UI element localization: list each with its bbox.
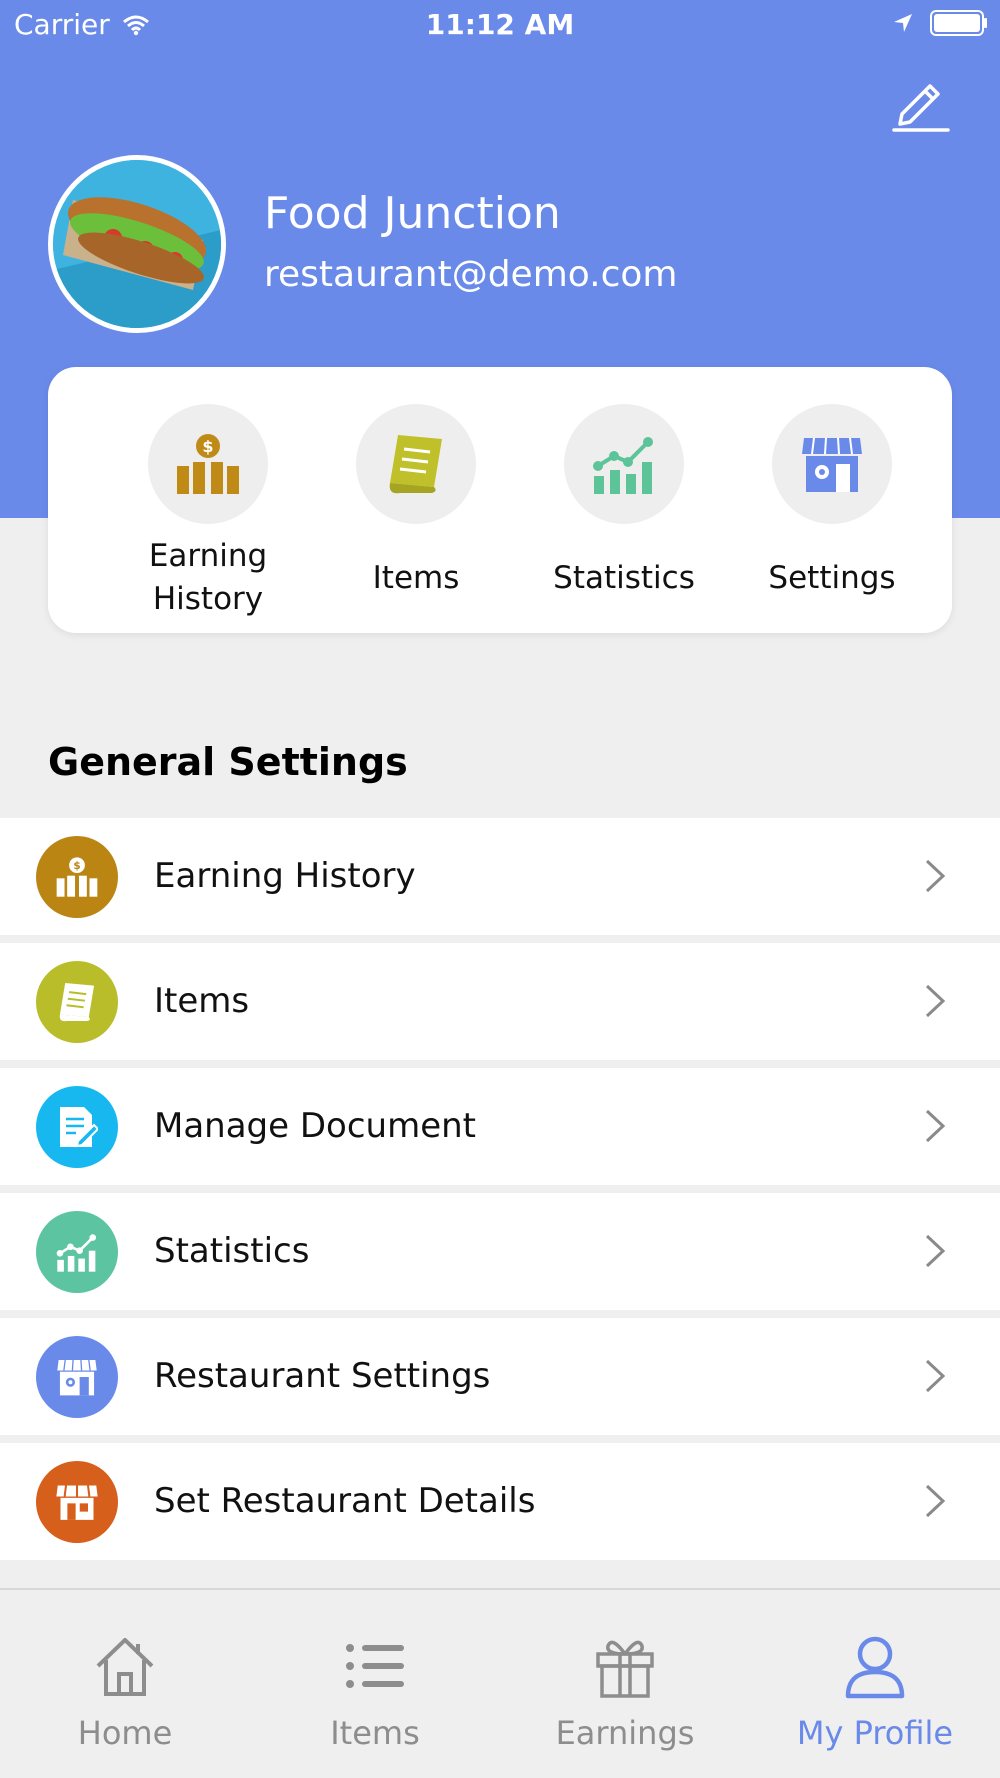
quick-action-settings[interactable]: Settings xyxy=(728,367,936,633)
general-settings-title: General Settings xyxy=(48,740,408,784)
list-item-label: Statistics xyxy=(154,1231,310,1271)
receipt-icon xyxy=(389,435,442,494)
chevron-right-icon xyxy=(925,984,946,1018)
list-item-label: Set Restaurant Details xyxy=(154,1481,536,1521)
list-item-statistics[interactable]: Statistics xyxy=(0,1193,1000,1310)
gift-icon xyxy=(596,1640,654,1698)
quick-action-earning-history[interactable]: $ Earning History xyxy=(104,367,312,633)
chevron-right-icon xyxy=(925,1484,946,1518)
list-item-label: Earning History xyxy=(154,856,416,896)
store-icon xyxy=(56,1485,98,1520)
tab-label: My Profile xyxy=(796,1714,954,1752)
quick-action-label: Earning History xyxy=(148,538,268,617)
chevron-right-icon xyxy=(925,859,946,893)
bottom-tab-bar: Home Items Earnings My Profile xyxy=(0,1588,1000,1778)
tab-label: Items xyxy=(330,1714,420,1752)
list-item-restaurant-settings[interactable]: Restaurant Settings xyxy=(0,1318,1000,1435)
restaurant-email: restaurant@demo.com xyxy=(264,254,678,295)
tab-home[interactable]: Home xyxy=(0,1590,250,1778)
chart-icon xyxy=(593,437,653,494)
tab-label: Home xyxy=(77,1714,173,1752)
receipt-icon xyxy=(59,982,95,1022)
location-arrow-icon xyxy=(894,14,912,32)
restaurant-name: Food Junction xyxy=(264,188,561,239)
battery-icon xyxy=(930,10,987,36)
pencil-icon xyxy=(892,84,950,132)
status-bar: Carrier 11:12 AM xyxy=(0,0,1000,50)
list-item-label: Restaurant Settings xyxy=(154,1356,491,1396)
svg-text:$: $ xyxy=(73,860,80,872)
list-icon xyxy=(346,1644,404,1688)
svg-text:$: $ xyxy=(202,437,213,456)
money-bars-icon: $ xyxy=(177,434,239,494)
sandwich-photo xyxy=(53,160,221,328)
list-item-manage-document[interactable]: Manage Document xyxy=(0,1068,1000,1185)
list-item-set-restaurant-details[interactable]: Set Restaurant Details xyxy=(0,1443,1000,1560)
edit-profile-button[interactable] xyxy=(888,70,952,134)
quick-action-items[interactable]: Items xyxy=(312,367,520,633)
store-settings-icon xyxy=(802,437,862,492)
list-item-label: Manage Document xyxy=(154,1106,477,1146)
chart-icon xyxy=(56,1234,97,1272)
chevron-right-icon xyxy=(925,1234,946,1268)
tab-earnings[interactable]: Earnings xyxy=(500,1590,750,1778)
quick-action-label: Statistics xyxy=(553,560,695,596)
document-edit-icon xyxy=(60,1107,98,1148)
quick-action-label: Settings xyxy=(768,560,896,596)
store-settings-icon xyxy=(57,1359,97,1396)
chevron-right-icon xyxy=(925,1359,946,1393)
quick-action-label: Items xyxy=(372,560,460,596)
money-bars-icon: $ xyxy=(56,857,98,897)
tab-items[interactable]: Items xyxy=(250,1590,500,1778)
status-time: 11:12 AM xyxy=(425,8,575,41)
tab-my-profile[interactable]: My Profile xyxy=(750,1590,1000,1778)
avatar[interactable] xyxy=(48,155,226,333)
home-icon xyxy=(96,1638,154,1696)
list-item-items[interactable]: Items xyxy=(0,943,1000,1060)
tab-label: Earnings xyxy=(555,1714,695,1752)
quick-actions-card: $ Earning History Items Statistics Setti… xyxy=(48,367,952,633)
quick-action-statistics[interactable]: Statistics xyxy=(520,367,728,633)
chevron-right-icon xyxy=(925,1109,946,1143)
list-item-earning-history[interactable]: $ Earning History xyxy=(0,818,1000,935)
list-item-label: Items xyxy=(154,981,250,1021)
user-icon xyxy=(845,1636,905,1699)
